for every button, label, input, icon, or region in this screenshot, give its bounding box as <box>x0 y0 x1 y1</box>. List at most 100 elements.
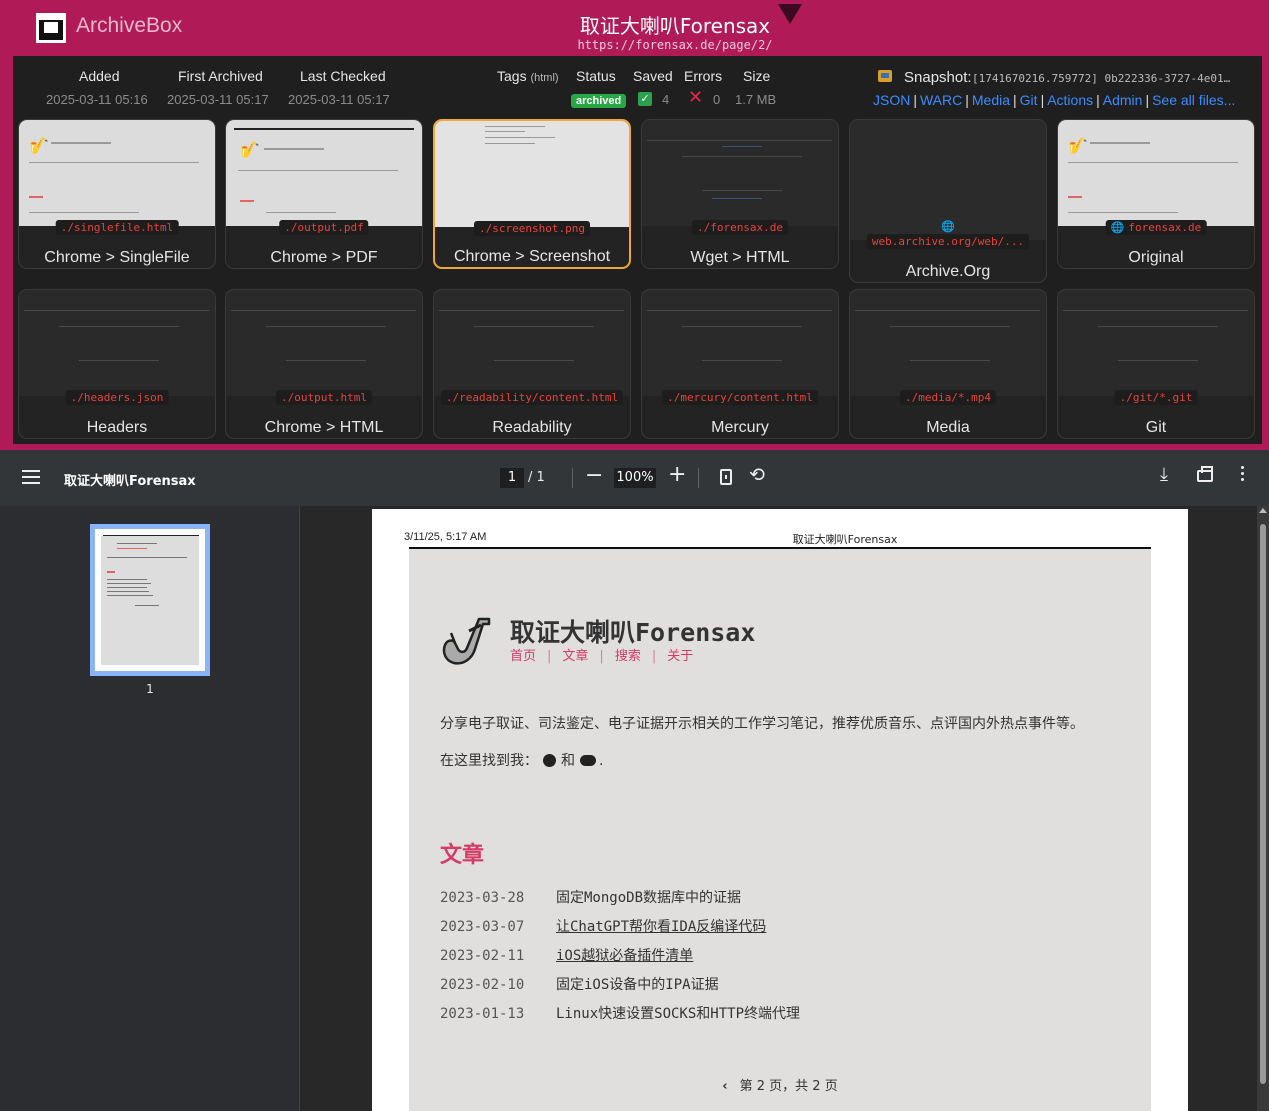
card-path[interactable]: ./forensax.de <box>691 220 789 235</box>
card-headers[interactable]: ./headers.json Headers <box>18 289 216 439</box>
card-readability[interactable]: ./readability/content.html Readability <box>433 289 631 439</box>
size-value: 1.7 MB <box>735 92 777 107</box>
archivebox-brand[interactable]: ArchiveBox <box>76 14 182 38</box>
card-path[interactable]: web.archive.org/web/... <box>866 234 1030 249</box>
menu-icon[interactable] <box>22 470 40 484</box>
card-path[interactable]: 🌐 forensax.de <box>1105 220 1207 235</box>
card-media[interactable]: ./media/*.mp4 Media <box>849 289 1047 439</box>
card-label[interactable]: Readability <box>434 419 630 437</box>
status-badge: archived <box>571 94 627 108</box>
card-path[interactable]: ./mercury/content.html <box>662 390 818 405</box>
added-value: 2025-03-11 05:16 <box>46 92 148 107</box>
first-archived-value: 2025-03-11 05:17 <box>167 92 269 107</box>
page-count: / 1 <box>528 470 545 485</box>
download-icon[interactable]: ⤓ <box>1160 464 1168 485</box>
size-label: Size <box>743 68 771 84</box>
pagination: ‹ 第 2 页，共 2 页 <box>409 1075 1151 1094</box>
card-preview <box>642 120 838 226</box>
snapshot-url[interactable]: https://forensax.de/page/2/ <box>430 38 920 52</box>
card-path[interactable]: ./singlefile.html <box>55 220 179 235</box>
prev-page-icon[interactable]: ‹ <box>722 1079 727 1094</box>
card-path[interactable]: ./output.pdf <box>279 220 369 235</box>
scrollbar[interactable] <box>1257 506 1269 1111</box>
warc-link[interactable]: WARC <box>920 92 962 108</box>
post-title[interactable]: iOS越狱必备插件清单 <box>556 948 693 964</box>
more-options-icon[interactable] <box>1236 466 1248 484</box>
site-nav: 首页 | 文章 | 搜索 | 关于 <box>510 649 694 664</box>
post-title[interactable]: Linux快速设置SOCKS和HTTP终端代理 <box>556 1006 800 1022</box>
find-me-text: 在这里找到我： <box>440 753 538 769</box>
card-label[interactable]: Chrome > PDF <box>226 249 422 267</box>
card-path-text[interactable]: forensax.de <box>1128 221 1201 234</box>
nav-articles[interactable]: 文章 <box>562 649 588 664</box>
link-sep: | <box>1096 92 1100 108</box>
section-title: 文章 <box>440 843 485 868</box>
card-label[interactable]: Chrome > Screenshot <box>435 248 629 266</box>
card-preview <box>642 290 838 396</box>
json-link[interactable]: JSON <box>873 92 910 108</box>
page-number-input[interactable]: 1 <box>500 468 524 488</box>
nav-about[interactable]: 关于 <box>667 649 693 664</box>
zoom-out-icon[interactable]: − <box>585 463 603 488</box>
card-chrome-html[interactable]: ./output.html Chrome > HTML <box>225 289 423 439</box>
errors-x-icon: ✕ <box>688 87 704 108</box>
post-date: 2023-01-13 <box>440 1006 525 1022</box>
card-label[interactable]: Wget > HTML <box>642 249 838 267</box>
post-title[interactable]: 让ChatGPT帮你看IDA反编译代码 <box>556 919 766 935</box>
zoom-in-icon[interactable]: + <box>668 462 686 487</box>
print-icon[interactable] <box>1197 466 1213 482</box>
card-path[interactable]: ./screenshot.png <box>474 221 590 236</box>
card-pdf[interactable]: 🎷 ./output.pdf Chrome > PDF <box>225 119 423 269</box>
nav-home[interactable]: 首页 <box>510 649 536 664</box>
find-me-line: 在这里找到我： 和. <box>440 750 603 770</box>
see-all-files-link[interactable]: See all files... <box>1152 92 1235 108</box>
card-git[interactable]: ./git/*.git Git <box>1057 289 1255 439</box>
post-title[interactable]: 固定MongoDB数据库中的证据 <box>556 890 741 906</box>
site-title: 取证大喇叭Forensax <box>510 618 756 647</box>
page-content: 取证大喇叭Forensax 首页 | 文章 | 搜索 | 关于 分享电子取证、司法鉴定、电子… <box>409 549 1151 1111</box>
scroll-up-arrow-icon[interactable] <box>1259 508 1267 513</box>
find-and-text: 和 <box>561 753 575 769</box>
github-icon[interactable] <box>543 754 556 767</box>
card-original[interactable]: 🎷 🌐 forensax.de Original <box>1057 119 1255 269</box>
card-label[interactable]: Mercury <box>642 419 838 437</box>
errors-label: Errors <box>684 68 723 84</box>
actions-link[interactable]: Actions <box>1047 92 1093 108</box>
card-wget[interactable]: ./forensax.de Wget > HTML <box>641 119 839 269</box>
archivebox-logo-icon[interactable] <box>36 13 66 43</box>
card-label[interactable]: Headers <box>19 419 215 437</box>
card-singlefile[interactable]: 🎷 ./singlefile.html Chrome > SingleFile <box>18 119 216 269</box>
wechat-icon[interactable] <box>580 755 596 766</box>
saved-label: Saved <box>633 68 673 84</box>
card-screenshot[interactable]: ./screenshot.png Chrome > Screenshot <box>433 119 631 269</box>
git-link[interactable]: Git <box>1020 92 1038 108</box>
card-path[interactable]: ./media/*.mp4 <box>899 390 997 405</box>
card-path[interactable]: ./git/*.git <box>1114 390 1198 405</box>
card-label[interactable]: Git <box>1058 419 1254 437</box>
thumbnail-sidebar: 1 <box>0 506 300 1111</box>
post-date: 2023-02-11 <box>440 948 525 964</box>
media-link[interactable]: Media <box>972 92 1010 108</box>
nav-search[interactable]: 搜索 <box>615 649 641 664</box>
zoom-input[interactable]: 100% <box>614 468 656 488</box>
rotate-icon[interactable]: ⟲ <box>749 464 765 486</box>
card-path[interactable]: ./headers.json <box>65 390 169 405</box>
post-title[interactable]: 固定iOS设备中的IPA证据 <box>556 977 719 993</box>
card-label[interactable]: Media <box>850 419 1046 437</box>
page-thumbnail[interactable] <box>90 524 210 676</box>
card-mercury[interactable]: ./mercury/content.html Mercury <box>641 289 839 439</box>
tags-label-text: Tags <box>497 68 527 84</box>
card-label[interactable]: Original <box>1058 249 1254 267</box>
admin-link[interactable]: Admin <box>1103 92 1143 108</box>
fit-page-icon[interactable] <box>720 469 732 485</box>
card-archive-org[interactable]: 🌐 web.archive.org/web/... Archive.Org <box>849 119 1047 283</box>
card-label[interactable]: Archive.Org <box>850 263 1046 281</box>
card-preview <box>226 290 422 396</box>
saved-check-icon: ✓ <box>638 92 652 106</box>
collapse-arrow-icon[interactable] <box>778 4 802 24</box>
card-path[interactable]: ./readability/content.html <box>440 390 624 405</box>
card-path[interactable]: ./output.html <box>275 390 373 405</box>
card-label[interactable]: Chrome > SingleFile <box>19 249 215 267</box>
last-checked-label: Last Checked <box>300 68 386 84</box>
card-label[interactable]: Chrome > HTML <box>226 419 422 437</box>
